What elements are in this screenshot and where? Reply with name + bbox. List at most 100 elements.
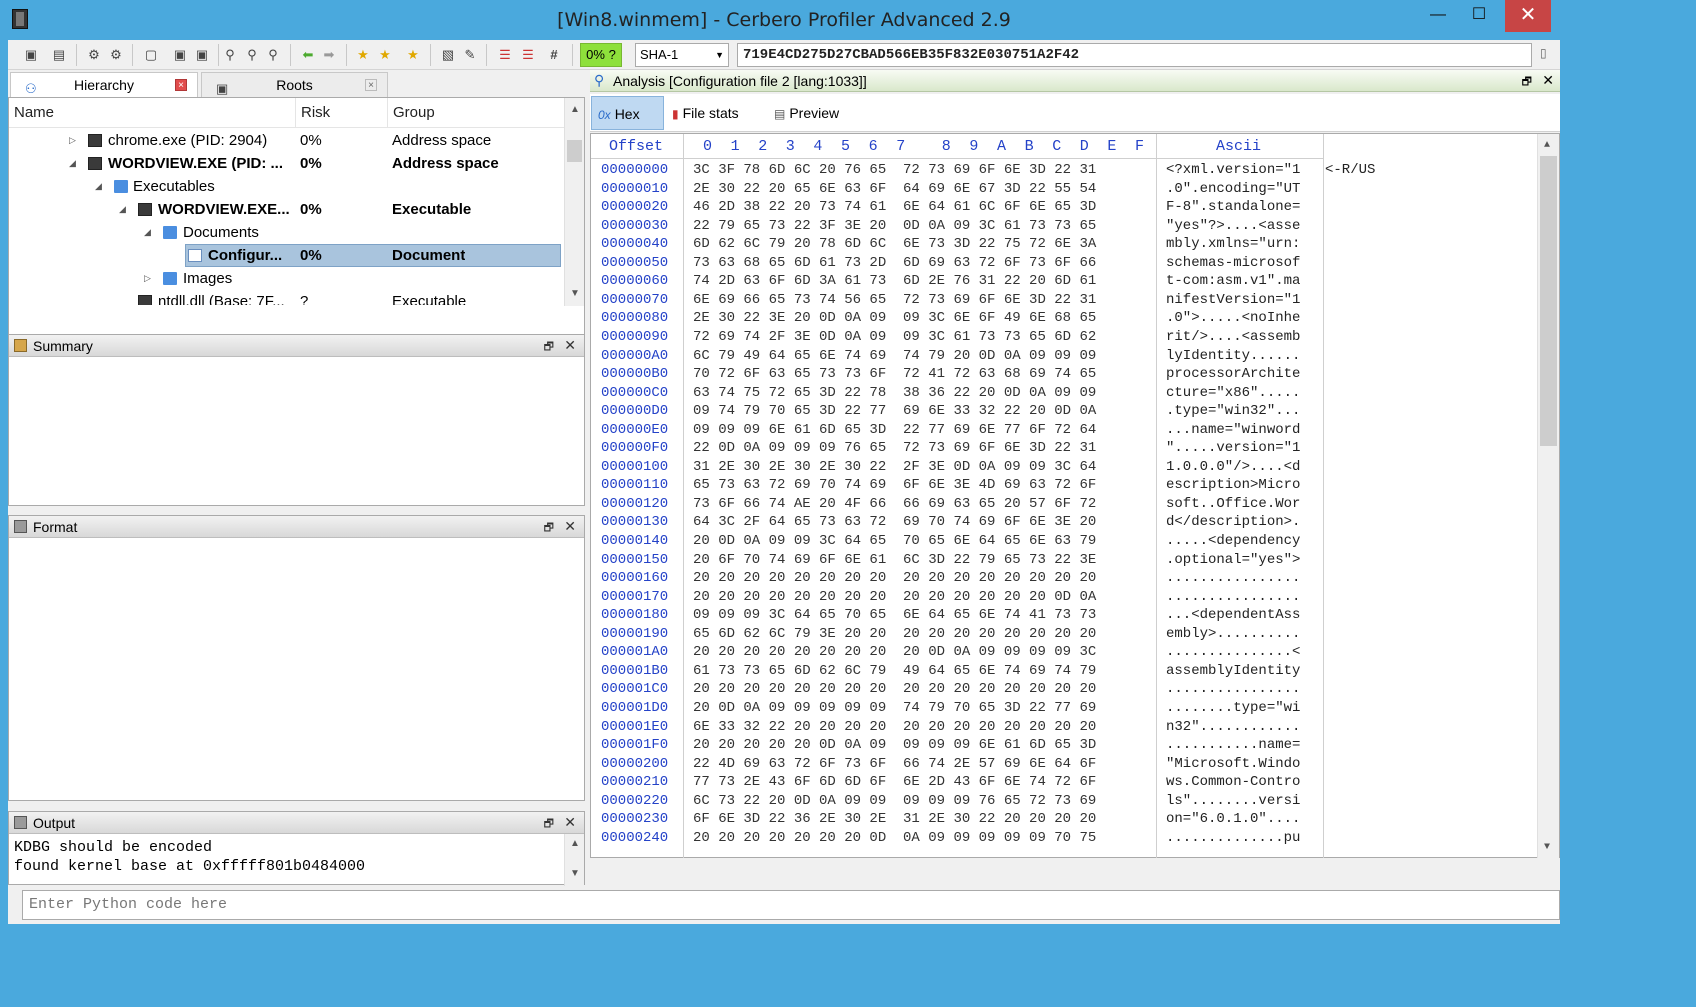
tree-row[interactable]: ▷ chrome.exe (PID: 2904) 0% Address spac… [9, 129, 564, 152]
risk-badge[interactable]: 0% ? [580, 43, 622, 67]
tab-hex[interactable]: 0x Hex [591, 96, 664, 130]
hex-vertical-scrollbar[interactable]: ▲ ▼ [1537, 134, 1559, 858]
hex-ascii: .0">.....<noInhe [1166, 310, 1301, 327]
tree-row-group: Address space [392, 155, 499, 172]
column-name-header[interactable]: Name [9, 98, 296, 128]
expand-icon[interactable]: ▷ [69, 129, 76, 152]
hex-ascii: ...........name= [1166, 737, 1301, 754]
format-panel-header: Format 🗗 ✕ [9, 516, 584, 538]
scroll-up-icon[interactable]: ▲ [570, 104, 580, 115]
hex-offset: 00000070 [601, 291, 669, 308]
expand-icon[interactable]: ▷ [144, 267, 151, 290]
bookmark-list-icon[interactable]: ★ [404, 46, 422, 64]
tree-row[interactable]: ◢ WORDVIEW.EXE (PID: ... 0% Address spac… [9, 152, 564, 175]
close-button[interactable]: ✕ [1505, 0, 1551, 32]
scroll-down-icon[interactable]: ▼ [570, 288, 580, 299]
collapse-icon[interactable]: ◢ [144, 221, 151, 244]
zoom-in-icon[interactable]: ⚲ [221, 46, 239, 64]
analysis-pane: ⚲ Analysis [Configuration file 2 [lang:1… [590, 70, 1560, 884]
scroll-up-icon[interactable]: ▲ [570, 838, 580, 849]
float-icon[interactable]: 🗗 [544, 815, 554, 834]
tab-file-stats[interactable]: ▮ File stats [666, 96, 756, 130]
tree-row[interactable]: ▷ Images [9, 267, 564, 290]
collapse-icon[interactable]: ◢ [95, 175, 102, 198]
hex-bytes: 65 6D 62 6C 79 3E 20 20 20 20 20 20 20 2… [693, 625, 1097, 642]
maximize-button[interactable]: ☐ [1462, 0, 1496, 32]
float-icon[interactable]: 🗗 [544, 338, 554, 357]
zoom-next-icon[interactable]: ⚲ [243, 46, 261, 64]
toolbar-extension-icon[interactable]: ▯ [1540, 46, 1554, 64]
frame-icon[interactable]: ▣ [171, 46, 189, 64]
tree-vertical-scrollbar[interactable]: ▲ ▼ [564, 98, 584, 306]
report-icon[interactable]: ☰ [496, 46, 514, 64]
collapse-icon[interactable]: ◢ [119, 198, 126, 221]
close-icon[interactable]: × [175, 79, 187, 91]
close-icon[interactable]: ✕ [564, 814, 576, 831]
bookmark-icon[interactable]: ★ [376, 46, 394, 64]
hex-overflow-text: <-R/US [1325, 162, 1376, 178]
chevron-down-icon: ▼ [715, 50, 724, 60]
tab-label: Preview [789, 105, 840, 121]
stats-icon: ▮ [672, 107, 679, 121]
hierarchy-tree[interactable]: Name Risk Group ▷ chrome.exe (PID: 2904)… [8, 97, 585, 357]
ascii-header: Ascii [1216, 138, 1262, 155]
list-icon[interactable]: ☰ [519, 46, 537, 64]
back-arrow-icon[interactable]: ⬅ [299, 46, 317, 64]
tree-row[interactable]: ◢ Executables [9, 175, 564, 198]
hash-value-field[interactable]: 719E4CD275D27CBAD566EB35F832E030751A2F42 [737, 43, 1532, 67]
export-icon[interactable]: ▤ [50, 46, 68, 64]
settings-icon[interactable]: ⚙ [85, 46, 103, 64]
column-group-header[interactable]: Group [388, 98, 564, 128]
window-icon[interactable]: ▢ [142, 46, 160, 64]
hex-column-header: A [997, 138, 1007, 155]
tree-header: Name Risk Group [9, 98, 564, 128]
float-icon[interactable]: 🗗 [1522, 73, 1532, 92]
bookmark-add-icon[interactable]: ★ [354, 46, 372, 64]
hex-bytes: 3C 3F 78 6D 6C 20 76 65 72 73 69 6F 6E 3… [693, 162, 1097, 178]
hex-header: Offset Ascii 01 23 4 56 7 8 9 AB CD E F [591, 134, 1324, 159]
hex-bytes: 74 2D 63 6F 6D 3A 61 73 6D 2E 76 31 22 2… [693, 273, 1097, 290]
scroll-down-icon[interactable]: ▼ [570, 868, 580, 879]
close-icon[interactable]: ✕ [564, 337, 576, 354]
scroll-up-icon[interactable]: ▲ [1544, 140, 1550, 151]
hex-column-header: B [1024, 138, 1034, 155]
python-input[interactable]: Enter Python code here [22, 890, 1560, 920]
float-icon[interactable]: 🗗 [544, 519, 554, 538]
tab-preview[interactable]: ▤ Preview [768, 96, 858, 130]
close-icon[interactable]: ✕ [1542, 72, 1554, 89]
scroll-thumb[interactable] [1540, 156, 1557, 446]
tab-hierarchy[interactable]: ⚇ Hierarchy × [10, 72, 198, 97]
collapse-icon[interactable]: ◢ [69, 152, 76, 175]
close-icon[interactable]: × [365, 79, 377, 91]
forward-arrow-icon[interactable]: ➡ [320, 46, 338, 64]
tree-row[interactable]: ntdll.dll (Base: 7F... ? Executable [9, 290, 564, 305]
layout-icon[interactable]: ▣ [193, 46, 211, 64]
hex-offset: 000000E0 [601, 421, 669, 438]
save-icon[interactable]: ▣ [22, 46, 40, 64]
tab-roots[interactable]: ▣ Roots × [201, 72, 388, 97]
tree-row-group: Document [392, 247, 466, 264]
options-icon[interactable]: ⚙ [107, 46, 125, 64]
zoom-clear-icon[interactable]: ⚲ [264, 46, 282, 64]
hex-ascii: <?xml.version="1 [1166, 162, 1301, 178]
edit-icon[interactable]: ✎ [461, 46, 479, 64]
tree-row[interactable]: ◢ Documents [9, 221, 564, 244]
scroll-thumb[interactable] [567, 140, 582, 162]
scan-icon[interactable]: ▧ [439, 46, 457, 64]
hex-view[interactable]: Offset Ascii 01 23 4 56 7 8 9 AB CD E F 00000000 3C… [590, 133, 1560, 858]
hex-bytes: 73 63 68 65 6D 61 73 2D 6D 69 63 72 6F 7… [693, 254, 1097, 271]
hash-algorithm-select[interactable]: SHA-1 ▼ [635, 43, 729, 67]
hash-icon[interactable]: # [545, 46, 563, 64]
column-risk-header[interactable]: Risk [296, 98, 388, 128]
hex-offset: 00000140 [601, 533, 669, 549]
hex-ascii: ................ [1166, 570, 1301, 587]
close-icon[interactable]: ✕ [564, 518, 576, 535]
output-vertical-scrollbar[interactable]: ▲ ▼ [564, 834, 584, 886]
tree-row[interactable]: ◢ WORDVIEW.EXE... 0% Executable [9, 198, 564, 221]
output-log[interactable]: KDBG should be encoded found kernel base… [14, 838, 365, 876]
tree-row-selected[interactable]: Configur... 0% Document [9, 244, 564, 267]
minimize-button[interactable]: — [1424, 0, 1452, 32]
hex-ascii: ................ [1166, 681, 1301, 698]
offset-header: Offset [609, 138, 664, 155]
scroll-down-icon[interactable]: ▼ [1544, 842, 1550, 853]
